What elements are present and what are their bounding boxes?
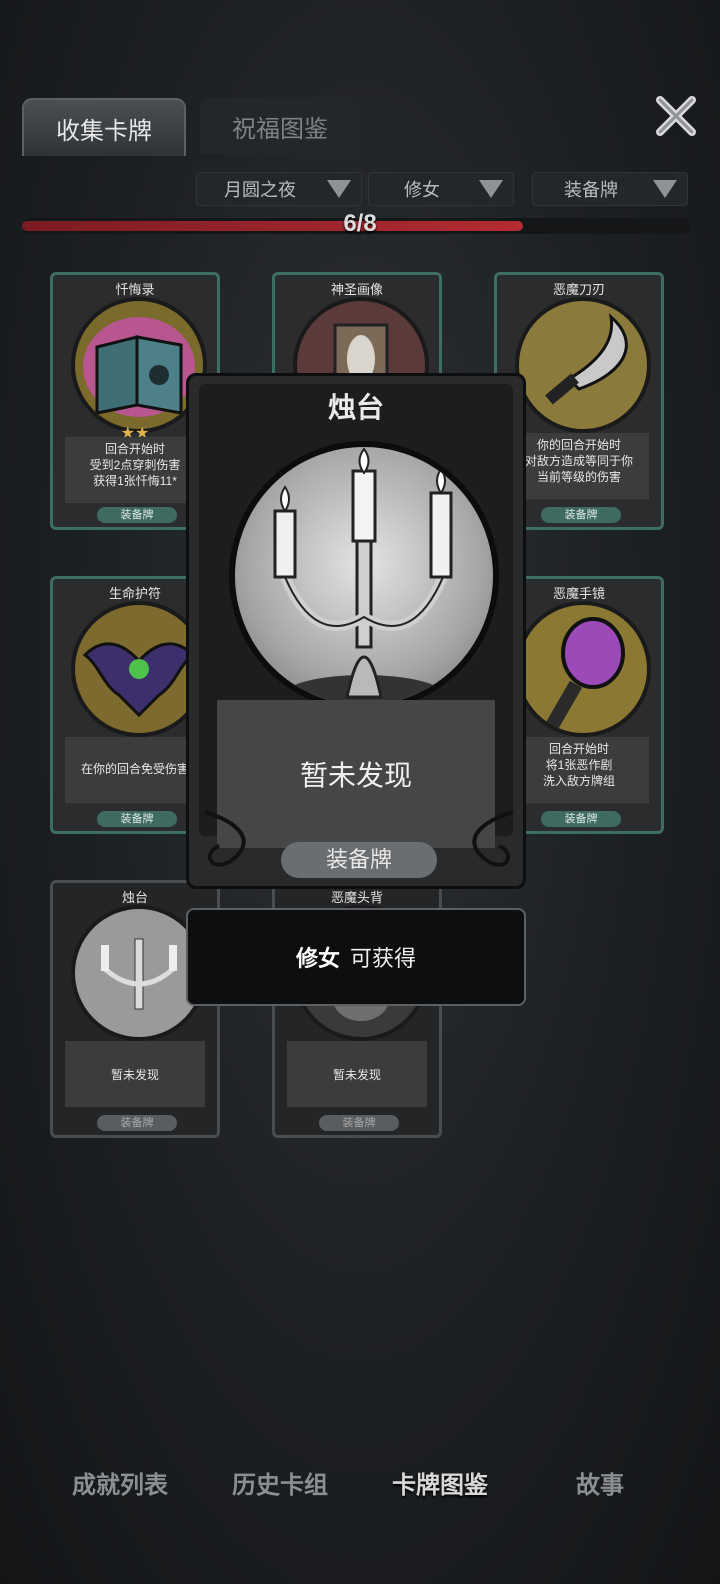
card-type-badge: 装备牌 bbox=[319, 1115, 399, 1131]
card-type-badge: 装备牌 bbox=[541, 507, 621, 523]
chevron-down-icon bbox=[327, 180, 351, 198]
card-detail-popup: 烛台 暂未发现 装备牌 bbox=[186, 373, 526, 889]
availability-text: 可获得 bbox=[350, 946, 417, 971]
close-x-icon[interactable] bbox=[654, 94, 698, 138]
nav-history-decks[interactable]: 历史卡组 bbox=[200, 1456, 360, 1516]
card-detail-type-badge: 装备牌 bbox=[281, 842, 437, 878]
filter-mode-label: 月圆之夜 bbox=[224, 180, 296, 200]
collection-progress-text: 6/8 bbox=[343, 210, 377, 237]
candelabra-icon bbox=[229, 441, 499, 711]
filter-type-label: 装备牌 bbox=[564, 180, 618, 200]
card-description: 你的回合开始时 对敌方造成等同于你 当前等级的伤害 bbox=[509, 433, 649, 499]
nav-story[interactable]: 故事 bbox=[520, 1456, 680, 1516]
nav-card-codex[interactable]: 卡牌图鉴 bbox=[360, 1456, 520, 1516]
card-detail-title: 烛台 bbox=[327, 392, 384, 423]
card-title: 恶魔刀刃 bbox=[552, 282, 605, 297]
mirror-icon bbox=[515, 601, 651, 737]
filter-hero-dropdown[interactable]: 修女 bbox=[368, 172, 514, 206]
card-description: 暂未发现 bbox=[65, 1041, 205, 1107]
sword-icon bbox=[515, 297, 651, 433]
filter-type-dropdown[interactable]: 装备牌 bbox=[532, 172, 688, 206]
filter-mode-dropdown[interactable]: 月圆之夜 bbox=[196, 172, 362, 206]
card-title: 恶魔头背 bbox=[330, 890, 383, 905]
chevron-down-icon bbox=[479, 180, 503, 198]
card-type-badge: 装备牌 bbox=[97, 1115, 177, 1131]
availability-hero: 修女 bbox=[295, 946, 340, 971]
card-type-badge: 装备牌 bbox=[97, 507, 177, 523]
card-description: 暂未发现 bbox=[287, 1041, 427, 1107]
nav-achievements[interactable]: 成就列表 bbox=[40, 1456, 200, 1516]
card-type-badge: 装备牌 bbox=[97, 811, 177, 827]
filter-hero-label: 修女 bbox=[404, 180, 440, 200]
card-title: 神圣画像 bbox=[330, 282, 383, 297]
card-description: 回合开始时 将1张恶作剧 洗入敌方牌组 bbox=[509, 737, 649, 803]
card-description: 回合开始时 受到2点穿刺伤害 获得1张忏悔11* bbox=[65, 437, 205, 503]
tab-blessing-codex[interactable]: 祝福图鉴 bbox=[200, 98, 360, 154]
card-type-badge: 装备牌 bbox=[541, 811, 621, 827]
tab-collect-cards[interactable]: 收集卡牌 bbox=[22, 98, 186, 156]
chevron-down-icon bbox=[653, 180, 677, 198]
bottom-navigation: 成就列表 历史卡组 卡牌图鉴 故事 bbox=[40, 1456, 680, 1516]
card-title: 烛台 bbox=[121, 890, 148, 905]
card-description: 在你的回合免受伤害 bbox=[65, 737, 205, 803]
availability-tooltip: 修女 可获得 bbox=[186, 908, 526, 1006]
card-title: 忏悔录 bbox=[115, 282, 155, 297]
